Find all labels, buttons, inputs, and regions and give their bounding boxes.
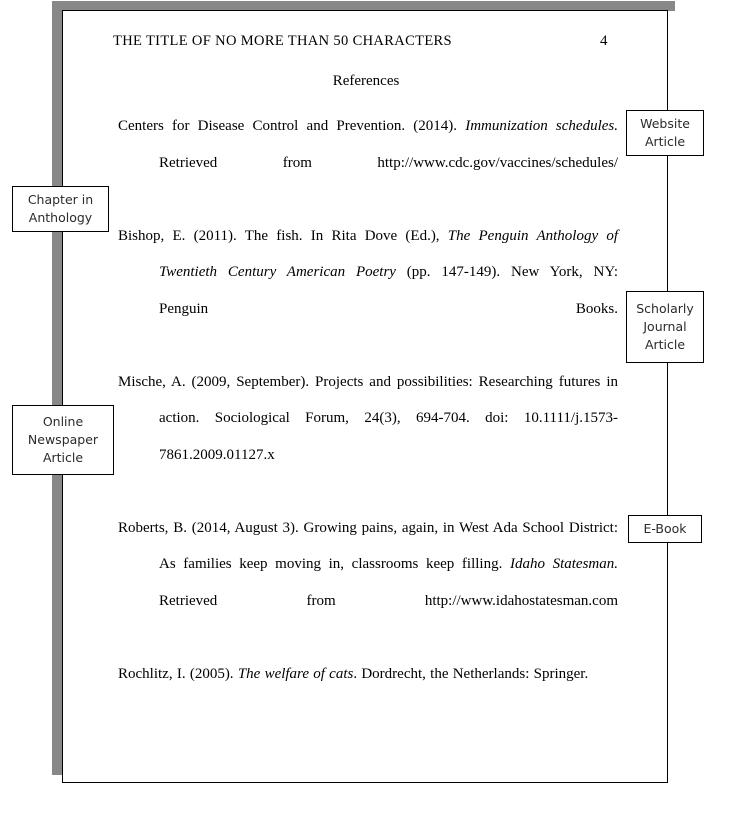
callout-website-article: Website Article xyxy=(626,110,704,156)
callout-line: Article xyxy=(42,450,84,465)
callout-line: Article xyxy=(644,134,686,149)
callout-line: Article xyxy=(644,337,686,352)
reference-entry-rochlitz-ebook: Rochlitz, I. (2005). The welfare of cats… xyxy=(118,665,589,682)
callout-line: Website xyxy=(640,116,690,131)
callout-line: Scholarly xyxy=(636,301,694,316)
running-head-title: THE TITLE OF NO MORE THAN 50 CHARACTERS xyxy=(113,33,452,49)
callout-ebook: E-Book xyxy=(628,515,702,543)
reference-entry-bishop-anthology: Bishop, E. (2011). The fish. In Rita Dov… xyxy=(118,227,619,317)
running-head: THE TITLE OF NO MORE THAN 50 CHARACTERS … xyxy=(63,11,669,49)
callout-line: Chapter in xyxy=(27,192,94,207)
callout-line: Anthology xyxy=(28,210,93,225)
reference-entry-roberts-newspaper: Roberts, B. (2014, August 3). Growing pa… xyxy=(118,519,618,609)
callout-line: Online xyxy=(42,414,84,429)
callout-online-newspaper-article: Online Newspaper Article xyxy=(12,405,114,475)
reference-entry-cdc-website: Centers for Disease Control and Preventi… xyxy=(118,118,618,171)
callout-line: Journal xyxy=(643,319,687,334)
reference-list: Centers for Disease Control and Preventi… xyxy=(118,108,618,692)
callout-line: E-Book xyxy=(643,521,687,536)
callout-chapter-in-anthology: Chapter in Anthology xyxy=(12,186,109,232)
references-heading: References xyxy=(332,73,400,89)
callout-line: Newspaper xyxy=(27,432,99,447)
callout-scholarly-journal-article: Scholarly Journal Article xyxy=(626,291,704,363)
document-page: THE TITLE OF NO MORE THAN 50 CHARACTERS … xyxy=(62,10,668,783)
reference-entry-mische-journal: Mische, A. (2009, September). Projects a… xyxy=(118,373,618,463)
page-number: 4 xyxy=(600,33,608,49)
